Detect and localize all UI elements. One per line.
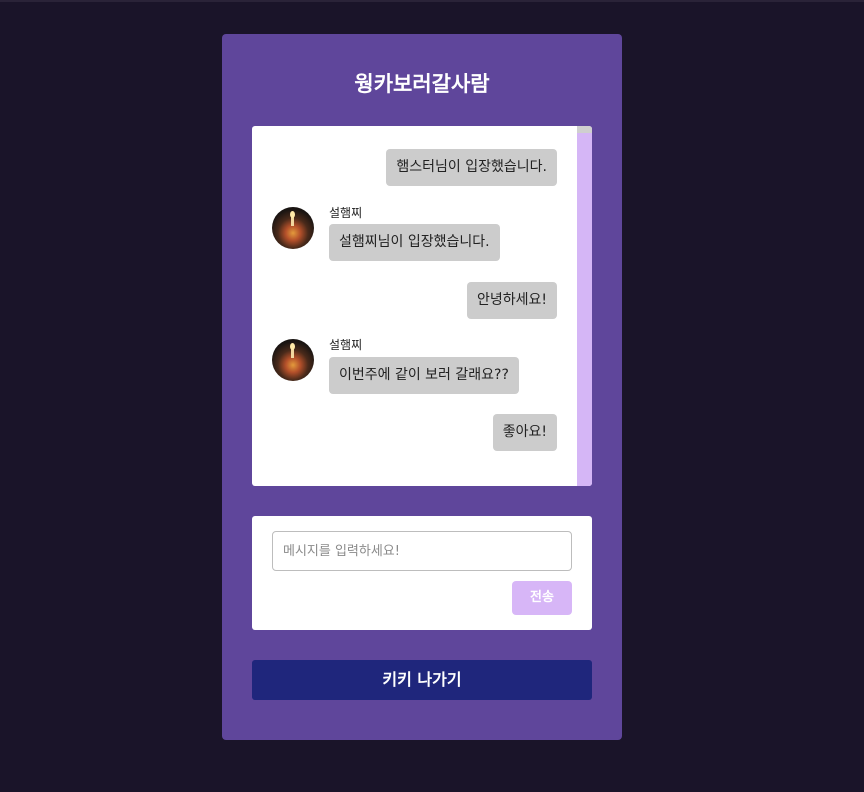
chat-room-card: 웡카보러갈사람 햄스터님이 입장했습니다. 설햄찌 설햄찌님이 입장했습니다. … [222, 34, 622, 740]
top-border [0, 0, 864, 2]
scrollbar-track[interactable] [577, 126, 592, 486]
send-button[interactable]: 전송 [512, 581, 572, 615]
message-bubble-mine: 좋아요! [492, 414, 557, 451]
user-avatar[interactable] [272, 339, 314, 381]
user-avatar[interactable] [272, 207, 314, 249]
flame-icon [290, 343, 295, 350]
scrollbar-thumb[interactable] [577, 126, 592, 133]
message-bubble-theirs: 설햄찌님이 입장했습니다. [329, 224, 500, 261]
message-list[interactable]: 햄스터님이 입장했습니다. 설햄찌 설햄찌님이 입장했습니다. 안녕하세요! 설… [252, 126, 592, 486]
message-bubble-mine: 안녕하세요! [466, 282, 557, 319]
message-bubble-theirs: 이번주에 같이 보러 갈래요?? [329, 357, 519, 394]
message-bubble-mine: 햄스터님이 입장했습니다. [386, 149, 557, 186]
flame-icon [290, 211, 295, 218]
room-title: 웡카보러갈사람 [354, 72, 490, 96]
composer-panel: 전송 [252, 516, 592, 630]
leave-room-button[interactable]: 키키 나가기 [252, 660, 592, 700]
message-input[interactable] [272, 531, 572, 571]
sender-name: 설햄찌 [329, 206, 363, 220]
sender-name: 설햄찌 [329, 338, 363, 352]
